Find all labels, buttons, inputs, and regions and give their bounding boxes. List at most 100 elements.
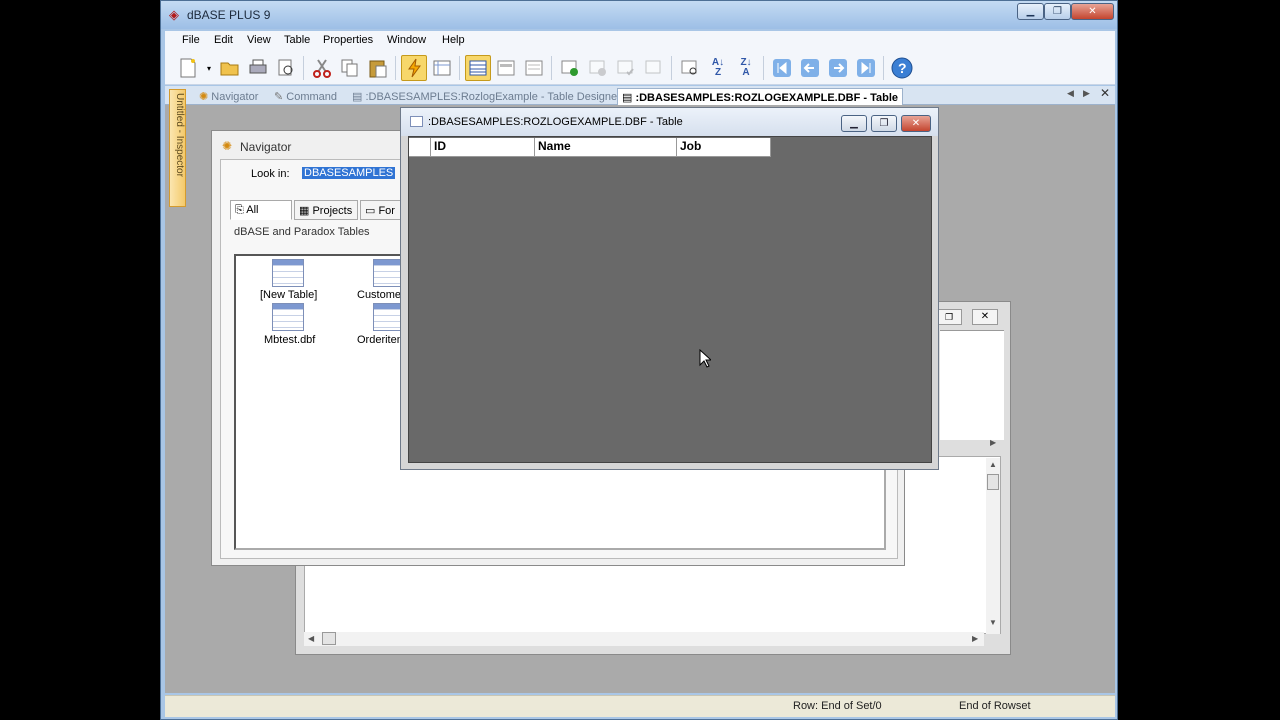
menu-file[interactable]: File [182,34,200,46]
look-in-label: Look in: [251,168,290,180]
tab-table[interactable]: ▤ :DBASESAMPLES:ROZLOGEXAMPLE.DBF - Tabl… [617,88,904,105]
new-file-icon[interactable] [175,55,201,81]
print-preview-icon[interactable] [273,55,299,81]
abandon-row-icon[interactable] [641,55,667,81]
sort-ascending-icon[interactable]: A↓ Z [705,55,731,81]
projects-tab-icon: ▦ [299,205,313,217]
svg-text:?: ? [898,60,907,76]
back-scroll-thumb[interactable] [987,474,999,490]
window-tabs: ✺ Navigator ✎ Command ▤ :DBASESAMPLES:Ro… [165,86,1115,105]
tab-projects[interactable]: ▦ Projects [294,200,358,220]
navigator-window-title: Navigator [240,140,292,154]
cut-icon[interactable] [309,55,335,81]
back-upper-pane [940,330,1004,440]
tab-scroll-left-icon[interactable]: ◀ [1067,88,1074,99]
back-hscroll-thumb[interactable] [322,632,336,645]
new-table-file-icon[interactable] [272,259,304,287]
tab-forms[interactable]: ▭ For [360,200,404,220]
run-lightning-icon[interactable] [401,55,427,81]
tab-navigator-label: Navigator [211,91,259,103]
menu-view[interactable]: View [247,34,271,46]
command-pen-icon: ✎ [274,91,287,103]
menu-bar: File Edit View Table Properties Window H… [165,31,1115,51]
design-mode-icon[interactable] [429,55,455,81]
column-header-id[interactable]: ID [431,138,535,157]
copy-icon[interactable] [337,55,363,81]
file-orderitem[interactable]: Orderitem [357,334,406,346]
menu-help[interactable]: Help [442,34,465,46]
tab-table-label: :DBASESAMPLES:ROZLOGEXAMPLE.DBF - Table [635,92,899,104]
back-horizontal-scrollbar[interactable]: ◀ ▶ [304,632,984,646]
status-row: Row: End of Set/0 [793,700,882,712]
tab-navigator[interactable]: ✺ Navigator [195,88,262,105]
grid-row-indicator-header [409,138,431,157]
mouse-cursor-icon [699,348,713,371]
previous-record-icon[interactable] [797,55,823,81]
tab-table-designer[interactable]: ▤ :DBASESAMPLES:RozlogExample - Table De… [348,88,625,105]
back-vertical-scrollbar[interactable]: ▲ ▼ [986,458,1000,634]
next-record-icon[interactable] [825,55,851,81]
all-tab-icon: ⎘ [235,204,247,216]
last-record-icon[interactable] [853,55,879,81]
dbase-logo-icon: ◈ [169,7,179,22]
table-minimize-button[interactable]: ▁ [841,115,867,132]
open-folder-icon[interactable] [217,55,243,81]
paste-icon[interactable] [365,55,391,81]
find-records-icon[interactable] [677,55,703,81]
table-designer-icon: ▤ [352,91,366,103]
mbtest-file-icon[interactable] [272,303,304,331]
grid-view-icon[interactable] [465,55,491,81]
tab-command[interactable]: ✎ Command [270,88,341,105]
maximize-button[interactable]: ❐ [1044,3,1071,20]
navigator-window-icon: ✺ [222,139,233,153]
section-label: dBASE and Paradox Tables [234,226,370,238]
menu-window[interactable]: Window [387,34,426,46]
forms-tab-icon: ▭ [365,205,379,217]
navigator-tab-icon: ✺ [199,91,212,103]
column-header-name[interactable]: Name [535,138,677,157]
tab-designer-label: :DBASESAMPLES:RozlogExample - Table Desi… [365,91,621,103]
file-mbtest[interactable]: Mbtest.dbf [264,334,315,346]
add-row-icon[interactable] [557,55,583,81]
help-icon[interactable]: ? [889,55,915,81]
tab-all[interactable]: ⎘ All [230,200,292,220]
table-tab-icon: ▤ [622,92,636,104]
menu-edit[interactable]: Edit [214,34,233,46]
table-restore-button[interactable]: ❐ [871,115,897,132]
column-header-job[interactable]: Job [677,138,771,157]
table-window-title: :DBASESAMPLES:ROZLOGEXAMPLE.DBF - Table [428,116,683,128]
new-dropdown-arrow-icon[interactable]: ▾ [203,55,215,81]
toolbar: ▾ A↓ Z Z↓ A ? [165,51,1115,85]
inspector-label: Untitled - Inspector [174,93,185,177]
table-close-button[interactable]: ✕ [901,115,931,132]
delete-row-icon[interactable] [585,55,611,81]
tab-scroll-right-icon[interactable]: ▶ [1083,88,1090,99]
back-restore-button[interactable]: ❐ [936,309,962,325]
table-grid[interactable] [408,136,932,463]
tab-forms-label: For [378,205,395,217]
tab-command-label: Command [286,91,338,103]
menu-table[interactable]: Table [284,34,310,46]
back-close-button[interactable]: ✕ [972,309,998,325]
back-scroll-right-icon[interactable]: ▶ [990,438,996,447]
status-rowset: End of Rowset [959,700,1031,712]
table-window-icon [410,116,423,127]
table-window[interactable]: :DBASESAMPLES:ROZLOGEXAMPLE.DBF - Table … [400,107,939,470]
close-tab-icon[interactable]: ✕ [1100,86,1110,100]
menu-properties[interactable]: Properties [323,34,373,46]
first-record-icon[interactable] [769,55,795,81]
save-row-icon[interactable] [613,55,639,81]
look-in-field[interactable]: DBASESAMPLES [302,167,396,179]
file-new-table[interactable]: [New Table] [260,289,317,301]
form-view-icon[interactable] [493,55,519,81]
print-icon[interactable] [245,55,271,81]
app-title: dBASE PLUS 9 [187,8,271,22]
status-bar: Row: End of Set/0 End of Rowset [165,695,1115,717]
sort-descending-icon[interactable]: Z↓ A [733,55,759,81]
title-bar[interactable]: ◈ dBASE PLUS 9 ▁ ❐ ✕ [161,1,1117,29]
minimize-button[interactable]: ▁ [1017,3,1044,20]
tab-all-label: All [246,204,259,216]
tab-projects-label: Projects [312,205,353,217]
columnar-view-icon[interactable] [521,55,547,81]
close-button[interactable]: ✕ [1071,3,1114,20]
